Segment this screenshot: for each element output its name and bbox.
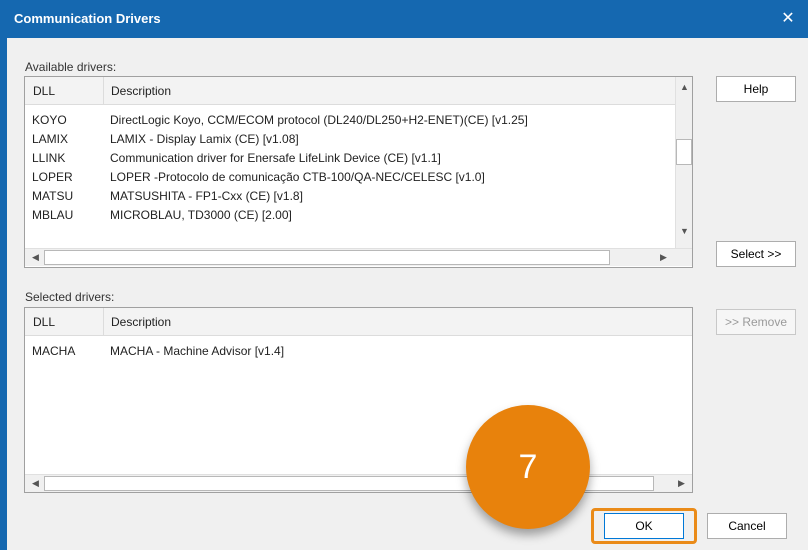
available-drivers-list[interactable]: DLL Description KOYO DirectLogic Koyo, C… <box>24 76 693 268</box>
list-item[interactable]: MACHA MACHA - Machine Advisor [v1.4] <box>25 342 692 361</box>
remove-button[interactable]: >> Remove <box>716 309 796 335</box>
list-item[interactable]: MBLAU MICROBLAU, TD3000 (CE) [2.00] <box>25 206 675 225</box>
help-button[interactable]: Help <box>716 76 796 102</box>
vertical-scrollbar[interactable]: ▲ ▼ <box>675 77 692 248</box>
selected-list-header: DLL Description <box>25 308 692 336</box>
select-button[interactable]: Select >> <box>716 241 796 267</box>
scroll-left-icon[interactable]: ◀ <box>27 475 44 492</box>
cancel-button[interactable]: Cancel <box>707 513 787 539</box>
column-description[interactable]: Description <box>111 84 171 98</box>
step-number-badge: 7 <box>466 405 590 529</box>
list-item[interactable]: LOPER LOPER -Protocolo de comunicação CT… <box>25 168 675 187</box>
scroll-down-icon[interactable]: ▼ <box>676 223 693 240</box>
dialog-title: Communication Drivers <box>14 11 161 26</box>
horizontal-scrollbar[interactable]: ◀ ▶ <box>25 474 692 492</box>
ok-highlight-frame <box>591 508 697 544</box>
scroll-left-icon[interactable]: ◀ <box>27 249 44 266</box>
list-item[interactable]: KOYO DirectLogic Koyo, CCM/ECOM protocol… <box>25 111 675 130</box>
list-item[interactable]: LLINK Communication driver for Enersafe … <box>25 149 675 168</box>
column-description[interactable]: Description <box>111 315 171 329</box>
title-bar: Communication Drivers ✕ <box>0 0 808 38</box>
scroll-up-icon[interactable]: ▲ <box>676 79 693 96</box>
scroll-right-icon[interactable]: ▶ <box>673 475 690 492</box>
available-drivers-label: Available drivers: <box>25 60 117 74</box>
window-border <box>0 38 7 550</box>
communication-drivers-dialog: Communication Drivers ✕ Available driver… <box>0 0 808 550</box>
scroll-thumb[interactable] <box>676 139 692 165</box>
available-list-header: DLL Description <box>25 77 675 105</box>
selected-drivers-label: Selected drivers: <box>25 290 115 304</box>
scroll-right-icon[interactable]: ▶ <box>655 249 672 266</box>
selected-drivers-list[interactable]: DLL Description MACHA MACHA - Machine Ad… <box>24 307 693 493</box>
column-dll[interactable]: DLL <box>33 84 55 98</box>
scroll-thumb[interactable] <box>44 250 610 265</box>
column-dll[interactable]: DLL <box>33 315 55 329</box>
horizontal-scrollbar[interactable]: ◀ ▶ <box>25 248 692 266</box>
list-item[interactable]: LAMIX LAMIX - Display Lamix (CE) [v1.08] <box>25 130 675 149</box>
close-icon[interactable]: ✕ <box>768 0 808 38</box>
list-item[interactable]: MATSU MATSUSHITA - FP1-Cxx (CE) [v1.8] <box>25 187 675 206</box>
